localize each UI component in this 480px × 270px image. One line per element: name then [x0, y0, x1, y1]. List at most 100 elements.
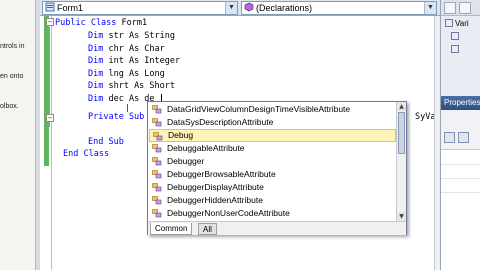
code-line-declaration[interactable]: Dim str As String	[88, 30, 175, 42]
categorized-icon[interactable]	[444, 132, 455, 143]
chevron-down-icon[interactable]: ▼	[225, 2, 237, 14]
toolbox-panel: ntrols in en onto olbox.	[0, 0, 36, 270]
scroll-thumb[interactable]	[398, 112, 405, 154]
file-icon	[451, 32, 459, 40]
code-keyword: Dim	[88, 31, 104, 41]
editor-navigation-bar: Form1 ▼ (Declarations) ▼	[40, 0, 440, 16]
class-icon	[153, 132, 163, 141]
completion-item[interactable]: DebuggerBrowsableAttribute	[149, 168, 396, 181]
completion-item-label: DataSysDescriptionAttribute	[167, 117, 274, 127]
class-icon	[152, 170, 162, 179]
code-line-current[interactable]: Dim dec As de	[88, 93, 155, 105]
toolbox-hint-line: olbox.	[0, 103, 19, 110]
code-keyword: Private Sub	[88, 112, 145, 122]
code-line-declaration[interactable]: Dim lng As Long	[88, 68, 165, 80]
completion-item[interactable]: DataSysDescriptionAttribute	[149, 116, 396, 129]
project-icon	[445, 19, 453, 27]
class-name-dropdown[interactable]: Form1 ▼	[42, 1, 238, 15]
code-text: int As Integer	[103, 56, 181, 66]
code-keyword: Dim	[88, 69, 104, 79]
completion-filter-tabs: Common All	[148, 221, 406, 235]
tree-item-label: Vari	[455, 19, 469, 28]
grid-divider	[441, 192, 480, 193]
toolbox-hint-text: ntrols in en onto olbox.	[0, 22, 36, 132]
class-icon	[152, 105, 162, 114]
class-icon	[152, 196, 162, 205]
completion-scrollbar[interactable]: ▲ ▼	[396, 102, 406, 221]
code-line-sub[interactable]: Private Sub	[88, 111, 144, 123]
class-icon	[152, 183, 162, 192]
intellisense-completion-list[interactable]: DataGridViewColumnDesignTimeVisibleAttri…	[147, 101, 407, 235]
completion-item[interactable]: DebuggerNonUserCodeAttribute	[149, 207, 396, 220]
code-keyword: Dim	[88, 56, 104, 66]
class-icon	[152, 144, 162, 153]
completion-item-label: DebuggerBrowsableAttribute	[167, 169, 276, 179]
properties-toolbar	[441, 110, 480, 150]
code-line-declaration[interactable]: Dim shrt As Short	[88, 80, 175, 92]
grid-divider	[441, 164, 480, 165]
code-keyword: Public Class	[55, 18, 117, 28]
code-line-class[interactable]: Public Class Form1	[55, 17, 147, 29]
editor-gutter	[40, 16, 52, 270]
code-line-declaration[interactable]: Dim chr As Char	[88, 43, 165, 55]
code-keyword: End Sub	[88, 137, 124, 147]
completion-item-label: Debug	[168, 130, 194, 140]
tab-common[interactable]: Common	[150, 223, 193, 235]
code-keyword: Dim	[88, 81, 104, 91]
alphabetical-icon[interactable]	[458, 132, 469, 143]
toolbar-button[interactable]	[444, 2, 456, 14]
completion-item-label: DebuggerHiddenAttribute	[167, 195, 263, 205]
completion-items[interactable]: DataGridViewColumnDesignTimeVisibleAttri…	[149, 103, 396, 221]
class-icon	[152, 118, 162, 127]
tab-label: Common	[155, 224, 188, 233]
collapse-toggle-icon[interactable]: −	[46, 114, 54, 122]
tab-label: All	[203, 225, 212, 234]
code-text: lng As Long	[103, 69, 165, 79]
scroll-up-icon[interactable]: ▲	[397, 102, 406, 111]
completion-item[interactable]: Debugger	[149, 155, 396, 168]
completion-item[interactable]: Debug	[149, 129, 396, 142]
tab-all[interactable]: All	[198, 223, 217, 235]
completion-item-label: DebuggableAttribute	[167, 143, 245, 153]
method-name-dropdown[interactable]: (Declarations) ▼	[241, 1, 437, 15]
code-line-overflow[interactable]: SyVa	[415, 111, 435, 123]
tree-item-root[interactable]: Vari	[445, 18, 469, 30]
collapse-toggle-icon[interactable]: −	[46, 18, 54, 26]
code-text: chr As Char	[103, 44, 165, 54]
chevron-down-icon[interactable]: ▼	[424, 2, 436, 14]
completion-item[interactable]: DebuggerDisplayAttribute	[149, 181, 396, 194]
code-line-declaration[interactable]: Dim int As Integer	[88, 55, 180, 67]
tree-item[interactable]	[451, 31, 461, 43]
properties-title-bar: Properties	[441, 96, 480, 110]
method-icon	[244, 2, 254, 12]
class-icon	[152, 209, 162, 218]
toolbar-button[interactable]	[459, 2, 471, 14]
completion-item-label: Debugger	[167, 156, 205, 166]
code-keyword: Dim	[88, 94, 104, 104]
grid-divider	[441, 178, 480, 179]
completion-item-label: DebuggerDisplayAttribute	[167, 182, 264, 192]
properties-grid[interactable]	[441, 150, 480, 270]
scroll-down-icon[interactable]: ▼	[397, 212, 406, 221]
file-icon	[451, 45, 459, 53]
class-icon	[152, 157, 162, 166]
completion-item[interactable]: DebuggerHiddenAttribute	[149, 194, 396, 207]
completion-item-label: DebuggerNonUserCodeAttribute	[167, 208, 290, 218]
code-line-end-sub[interactable]: End Sub	[88, 136, 124, 148]
tree-item[interactable]	[451, 44, 461, 56]
code-text: SyVa	[415, 112, 436, 122]
toolbox-hint-line: en onto	[0, 73, 24, 80]
code-keyword: Dim	[88, 44, 104, 54]
completion-item[interactable]: DebuggableAttribute	[149, 142, 396, 155]
solution-explorer-panel: Vari Properties	[440, 0, 480, 270]
completion-item-label: DataGridViewColumnDesignTimeVisibleAttri…	[167, 104, 351, 114]
class-dropdown-value: Form1	[57, 3, 84, 13]
class-icon	[45, 2, 55, 12]
code-keyword: End Class	[63, 149, 110, 159]
completion-item[interactable]: DataGridViewColumnDesignTimeVisibleAttri…	[149, 103, 396, 116]
code-text: str As String	[103, 31, 176, 41]
outline-guide	[49, 27, 50, 127]
toolbox-hint-line: ntrols in	[0, 43, 25, 50]
code-line-end-class[interactable]: End Class	[63, 148, 109, 160]
code-text: shrt As Short	[103, 81, 176, 91]
